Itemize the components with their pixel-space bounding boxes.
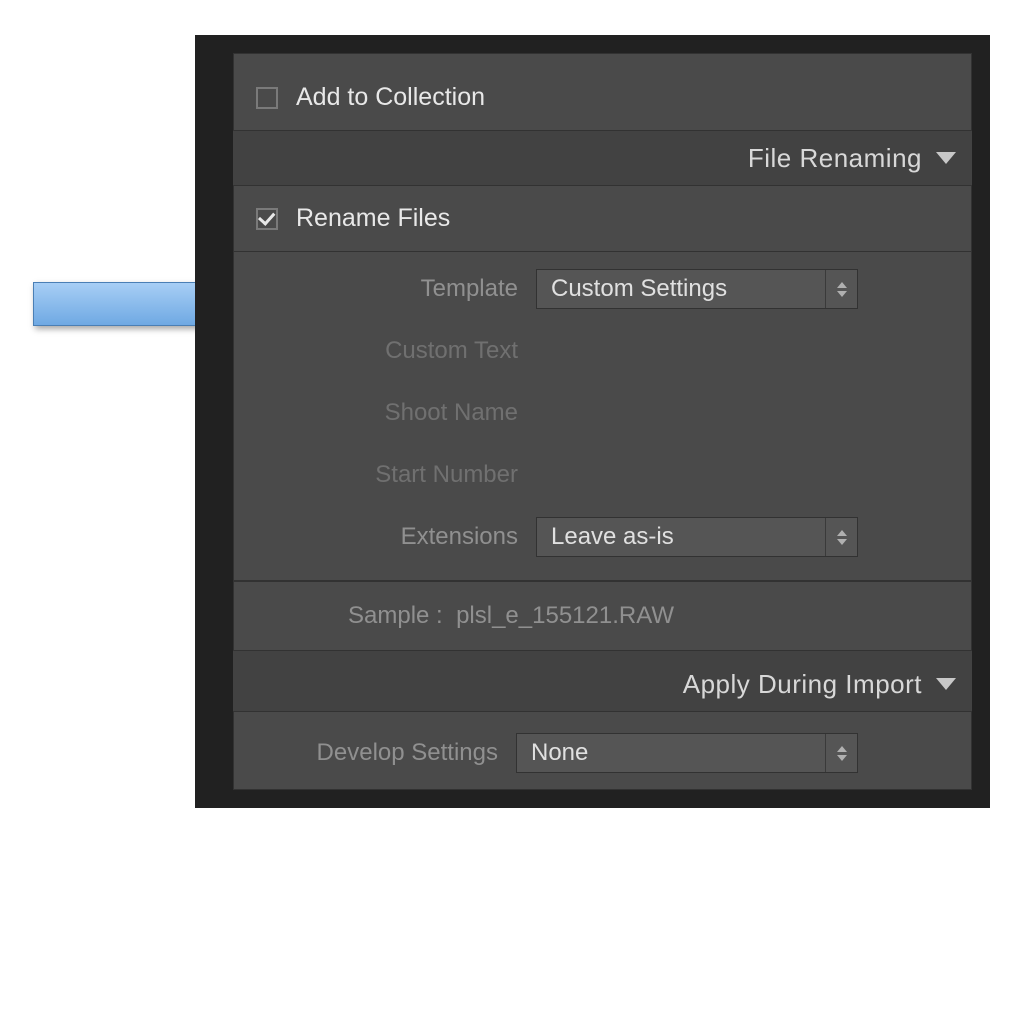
rename-files-row[interactable]: Rename Files [234, 186, 971, 251]
chevron-down-icon [936, 152, 956, 164]
develop-settings-label: Develop Settings [256, 739, 516, 767]
sample-value: plsl_e_155121.RAW [456, 602, 674, 629]
add-to-collection-label: Add to Collection [296, 83, 485, 112]
extensions-row: Extensions Leave as-is [256, 516, 949, 558]
import-panel: Add to Collection File Renaming Rename F… [195, 35, 990, 808]
file-renaming-header[interactable]: File Renaming [233, 131, 972, 185]
add-to-collection-section: Add to Collection [233, 65, 972, 131]
extensions-value: Leave as-is [551, 523, 674, 551]
rename-files-checkbox[interactable] [256, 208, 278, 230]
start-number-label: Start Number [256, 461, 536, 489]
extensions-select[interactable]: Leave as-is [536, 517, 858, 557]
sample-row: Sample : plsl_e_155121.RAW [234, 581, 971, 650]
apply-during-import-header[interactable]: Apply During Import [233, 657, 972, 711]
add-to-collection-row[interactable]: Add to Collection [234, 65, 971, 130]
template-value: Custom Settings [551, 275, 727, 303]
template-label: Template [256, 275, 536, 303]
extensions-label: Extensions [256, 523, 536, 551]
shoot-name-row: Shoot Name [256, 392, 949, 434]
sample-label: Sample : [348, 602, 443, 629]
truncated-section-top [233, 53, 972, 65]
stepper-icon [825, 270, 857, 308]
develop-settings-row: Develop Settings None [256, 732, 949, 774]
template-row: Template Custom Settings [256, 268, 949, 310]
apply-during-import-body: Develop Settings None [233, 711, 972, 790]
shoot-name-label: Shoot Name [256, 399, 536, 427]
custom-text-row: Custom Text [256, 330, 949, 372]
develop-settings-value: None [531, 739, 588, 767]
chevron-down-icon [936, 678, 956, 690]
file-renaming-header-label: File Renaming [748, 143, 922, 174]
rename-files-label: Rename Files [296, 204, 450, 233]
add-to-collection-checkbox[interactable] [256, 87, 278, 109]
template-select[interactable]: Custom Settings [536, 269, 858, 309]
file-renaming-body: Rename Files Template Custom Settings [233, 185, 972, 651]
stepper-icon [825, 518, 857, 556]
stepper-icon [825, 734, 857, 772]
develop-settings-select[interactable]: None [516, 733, 858, 773]
start-number-row: Start Number [256, 454, 949, 496]
custom-text-label: Custom Text [256, 337, 536, 365]
apply-during-import-header-label: Apply During Import [683, 669, 922, 700]
